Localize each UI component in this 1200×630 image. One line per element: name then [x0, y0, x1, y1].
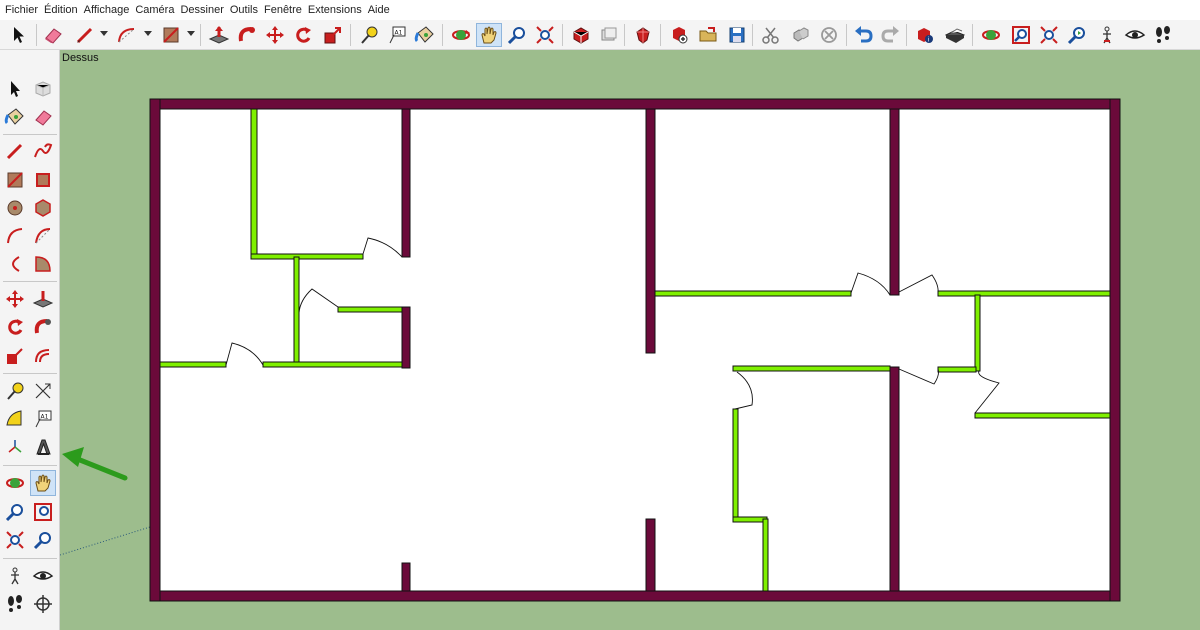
3d-warehouse-icon[interactable]	[568, 23, 594, 47]
zoom-window-icon[interactable]	[30, 499, 56, 525]
walk-person-icon[interactable]	[2, 563, 28, 589]
rotated-rectangle-icon[interactable]	[30, 167, 56, 193]
delete-icon[interactable]	[816, 23, 842, 47]
ruby-icon[interactable]	[630, 23, 656, 47]
offset-icon[interactable]	[30, 343, 56, 369]
pie-icon[interactable]	[30, 251, 56, 277]
text-icon[interactable]: A1	[30, 406, 56, 432]
svg-text:A1: A1	[41, 414, 49, 421]
move-icon[interactable]	[2, 286, 28, 312]
zoom-extents-icon[interactable]	[2, 527, 28, 553]
left-toolbar: A1	[0, 50, 60, 630]
zoom-window-icon[interactable]	[1008, 23, 1034, 47]
model-info-icon[interactable]: i	[912, 23, 938, 47]
follow-me-icon[interactable]	[234, 23, 260, 47]
look-around-icon[interactable]	[1122, 23, 1148, 47]
scale-icon[interactable]	[320, 23, 346, 47]
orbit-icon[interactable]	[2, 470, 28, 496]
arc-icon[interactable]	[114, 23, 140, 47]
drawing-viewport[interactable]: Dessus	[60, 50, 1200, 630]
menu-bar: Fichier Édition Affichage Caméra Dessine…	[0, 0, 1200, 20]
menu-fichier[interactable]: Fichier	[2, 0, 41, 20]
main-toolbar: A1 i	[0, 20, 1200, 50]
arc-icon[interactable]	[2, 223, 28, 249]
polygon-icon[interactable]	[30, 195, 56, 221]
walk-person-icon[interactable]	[1094, 23, 1120, 47]
dimension-icon[interactable]	[30, 378, 56, 404]
component-icon[interactable]	[30, 76, 56, 102]
extension-warehouse-icon[interactable]	[596, 23, 622, 47]
line-icon[interactable]	[2, 138, 28, 164]
look-around-icon[interactable]	[30, 563, 56, 589]
two-point-arc-icon[interactable]	[30, 223, 56, 249]
paint-bucket-icon[interactable]	[412, 23, 438, 47]
move-icon[interactable]	[262, 23, 288, 47]
select-icon[interactable]	[2, 76, 28, 102]
walk-icon[interactable]	[1150, 23, 1176, 47]
menu-extensions[interactable]: Extensions	[305, 0, 365, 20]
annotation-arrow	[62, 447, 128, 481]
print-icon[interactable]	[942, 23, 968, 47]
arc-dropdown-icon[interactable]	[144, 31, 152, 36]
rectangle-dropdown-icon[interactable]	[187, 31, 195, 36]
menu-camera[interactable]: Caméra	[132, 0, 177, 20]
follow-me-icon[interactable]	[30, 314, 56, 340]
protractor-icon[interactable]	[2, 406, 28, 432]
orbit-icon[interactable]	[448, 23, 474, 47]
walk-icon[interactable]	[2, 591, 28, 617]
menu-affichage[interactable]: Affichage	[81, 0, 133, 20]
floor-plan	[60, 98, 1121, 602]
rotate-icon[interactable]	[2, 314, 28, 340]
tape-measure-icon[interactable]	[356, 23, 382, 47]
tape-measure-icon[interactable]	[2, 378, 28, 404]
line-icon[interactable]	[72, 23, 98, 47]
select-icon[interactable]	[6, 23, 32, 47]
position-camera-icon[interactable]	[1064, 23, 1090, 47]
axes-icon[interactable]	[2, 434, 28, 460]
cut-icon[interactable]	[758, 23, 784, 47]
redo-icon[interactable]	[878, 23, 904, 47]
floor	[160, 109, 1110, 591]
previous-view-icon[interactable]	[978, 23, 1004, 47]
undo-icon[interactable]	[850, 23, 876, 47]
zoom-extents-icon[interactable]	[532, 23, 558, 47]
eraser-icon[interactable]	[30, 104, 56, 130]
pan-icon[interactable]	[476, 23, 502, 47]
zoom-icon[interactable]	[2, 499, 28, 525]
scale-icon[interactable]	[2, 343, 28, 369]
push-pull-icon[interactable]	[30, 286, 56, 312]
rectangle-icon[interactable]	[2, 167, 28, 193]
zoom-extents-icon-2[interactable]	[1036, 23, 1062, 47]
menu-outils[interactable]: Outils	[227, 0, 261, 20]
rectangle-icon[interactable]	[158, 23, 184, 47]
menu-dessiner[interactable]: Dessiner	[177, 0, 226, 20]
menu-fenetre[interactable]: Fenêtre	[261, 0, 305, 20]
text-icon[interactable]: A1	[384, 23, 410, 47]
zoom-icon[interactable]	[504, 23, 530, 47]
circle-icon[interactable]	[2, 195, 28, 221]
menu-edition[interactable]: Édition	[41, 0, 81, 20]
scene-label: Dessus	[62, 52, 99, 64]
open-icon[interactable]	[696, 23, 722, 47]
eraser-icon[interactable]	[40, 23, 66, 47]
save-icon[interactable]	[724, 23, 750, 47]
freehand-icon[interactable]	[30, 138, 56, 164]
3d-text-icon[interactable]	[30, 434, 56, 460]
line-dropdown-icon[interactable]	[100, 31, 108, 36]
section-plane-icon[interactable]	[30, 591, 56, 617]
push-pull-icon[interactable]	[206, 23, 232, 47]
three-point-arc-icon[interactable]	[2, 251, 28, 277]
rotate-icon[interactable]	[290, 23, 316, 47]
new-icon[interactable]	[666, 23, 692, 47]
svg-text:A1: A1	[395, 30, 403, 37]
paint-bucket-icon[interactable]	[2, 104, 28, 130]
menu-aide[interactable]: Aide	[365, 0, 393, 20]
position-camera-icon[interactable]	[30, 527, 56, 553]
pan-icon[interactable]	[30, 470, 56, 496]
copy-icon[interactable]	[788, 23, 814, 47]
